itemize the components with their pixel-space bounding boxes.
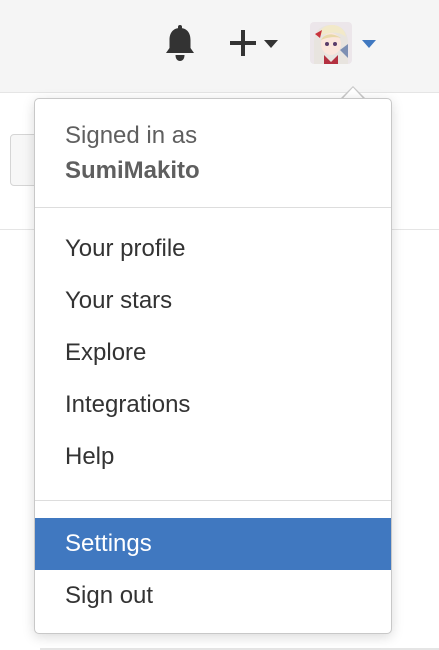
user-dropdown-menu: Signed in as SumiMakito Your profile You… [34,98,392,634]
create-new-button[interactable] [226,24,284,62]
signed-in-label: Signed in as [65,122,198,149]
caret-down-icon[interactable] [360,37,378,49]
menu-item-sign-out[interactable]: Sign out [35,570,391,622]
bell-icon[interactable] [162,24,198,64]
menu-item-help[interactable]: Help [35,431,391,483]
menu-item-settings[interactable]: Settings [35,518,391,570]
avatar[interactable] [310,22,352,64]
menu-divider [35,500,391,501]
top-header [0,0,439,93]
menu-item-your-stars[interactable]: Your stars [35,275,391,327]
menu-divider [35,207,391,208]
menu-item-integrations[interactable]: Integrations [35,379,391,431]
page: Signed in as SumiMakito Your profile You… [0,0,439,650]
menu-item-your-profile[interactable]: Your profile [35,223,391,275]
menu-item-explore[interactable]: Explore [35,327,391,379]
username: SumiMakito [65,157,200,184]
plus-icon [230,30,278,56]
